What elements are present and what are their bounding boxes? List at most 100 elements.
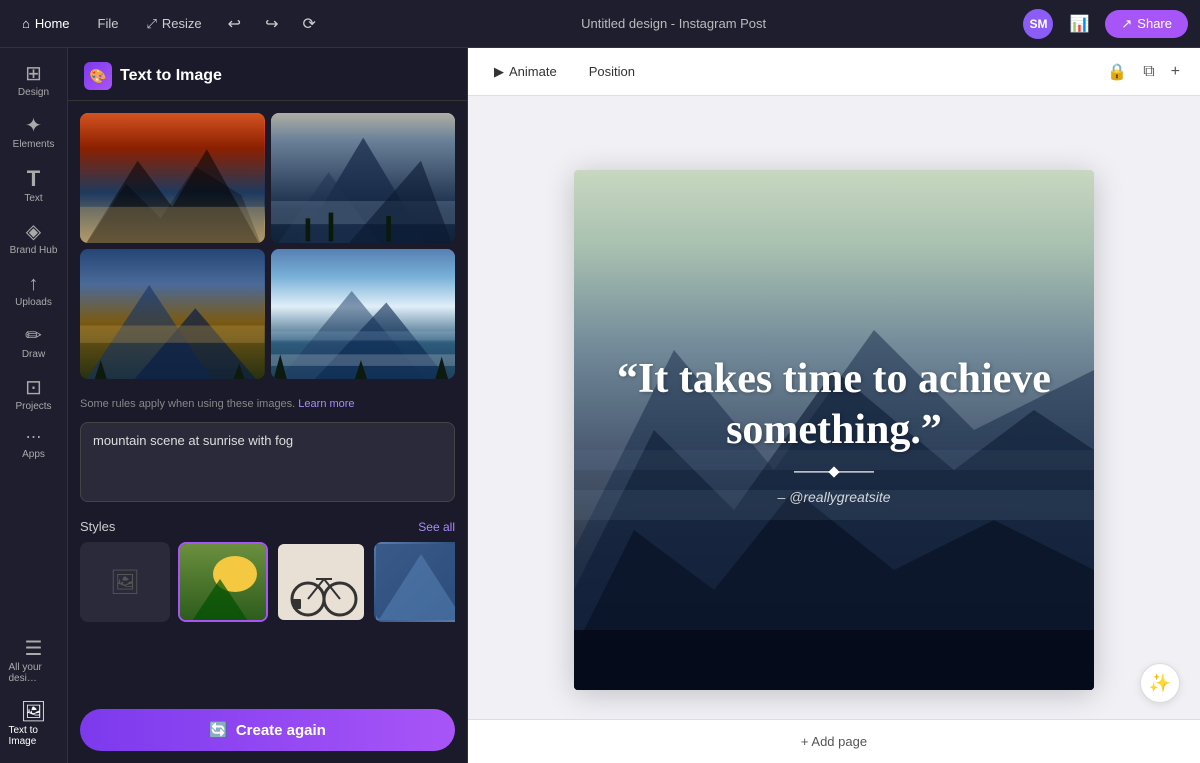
share-label: Share [1137, 16, 1172, 31]
canvas-toolbar: ▶ Animate Position 🔒 ⧉ + [468, 48, 1200, 96]
sidebar-label-brand-hub: Brand Hub [10, 245, 58, 256]
prompt-area [80, 422, 455, 507]
share-icon: ↗ [1121, 16, 1132, 32]
home-nav-button[interactable]: ⌂ Home [12, 12, 80, 35]
uploads-icon: ↑ [29, 274, 39, 294]
sidebar-label-elements: Elements [13, 139, 55, 150]
redo-button[interactable]: ↪ [257, 10, 286, 38]
sidebar-item-brand-hub[interactable]: ◈ Brand Hub [3, 214, 65, 264]
add-page-label: + Add page [801, 734, 867, 749]
generated-image-3[interactable] [80, 249, 265, 379]
style-illustration[interactable] [276, 542, 366, 622]
lock-button[interactable]: 🔒 [1103, 58, 1131, 86]
icon-sidebar: ⊞ Design ✦ Elements T Text ◈ Brand Hub ↑… [0, 48, 68, 763]
see-all-link[interactable]: See all [418, 520, 455, 534]
sidebar-item-all-designs[interactable]: ☰ All your desi… [3, 631, 65, 692]
ai-assistant-button[interactable]: ✨ [1140, 663, 1180, 703]
analytics-button[interactable]: 📊 [1061, 10, 1097, 38]
add-page-bar[interactable]: + Add page [468, 719, 1200, 763]
card-divider [794, 471, 874, 473]
toolbar-right: 🔒 ⧉ + [1103, 58, 1184, 86]
diamond-decoration [828, 466, 839, 477]
animate-icon: ▶ [494, 64, 504, 80]
image-grid [68, 101, 467, 391]
sidebar-label-text-to-image: Text to Image [9, 725, 59, 747]
panel-icon: 🎨 [84, 62, 112, 90]
document-title: Untitled design - Instagram Post [581, 16, 766, 31]
style-none[interactable]: 🖼 [80, 542, 170, 622]
panel-header: 🎨 Text to Image [68, 48, 467, 101]
sidebar-item-elements[interactable]: ✦ Elements [3, 108, 65, 158]
nav-right: SM 📊 ↗ Share [1023, 9, 1188, 39]
design-icon: ⊞ [25, 64, 42, 84]
panel: 🎨 Text to Image [68, 48, 468, 763]
card-author: – @reallygreatsite [777, 489, 890, 505]
sidebar-item-design[interactable]: ⊞ Design [3, 56, 65, 106]
generated-image-2[interactable] [271, 113, 456, 243]
nav-center: Untitled design - Instagram Post [332, 16, 1016, 31]
projects-icon: ⊡ [25, 378, 42, 398]
history-button[interactable]: ⟳ [294, 10, 323, 38]
panel-icon-symbol: 🎨 [89, 68, 106, 85]
resize-label: Resize [162, 16, 202, 31]
generated-image-1[interactable] [80, 113, 265, 243]
style-abstract-preview [376, 544, 455, 622]
brand-hub-icon: ◈ [26, 222, 41, 242]
resize-icon: ⤢ [147, 16, 157, 32]
file-label: File [98, 16, 119, 31]
style-illustration-preview [278, 544, 366, 622]
create-again-button[interactable]: 🔄 Create again [80, 709, 455, 751]
home-label: Home [35, 16, 70, 31]
styles-section: Styles See all 🖼 [68, 507, 467, 699]
sidebar-label-text: Text [24, 193, 42, 204]
home-icon: ⌂ [22, 16, 30, 31]
undo-button[interactable]: ↩ [220, 10, 249, 38]
avatar-initials: SM [1029, 17, 1047, 31]
share-button[interactable]: ↗ Share [1105, 10, 1188, 38]
elements-icon: ✦ [25, 116, 42, 136]
sidebar-label-design: Design [18, 87, 49, 98]
card-quote: “It takes time to achieve something.” [614, 354, 1054, 455]
sidebar-item-draw[interactable]: ✏ Draw [3, 318, 65, 368]
sidebar-label-draw: Draw [22, 349, 45, 360]
copy-button[interactable]: ⧉ [1139, 59, 1158, 85]
add-button[interactable]: + [1167, 59, 1184, 85]
sidebar-label-uploads: Uploads [15, 297, 52, 308]
sidebar-item-apps[interactable]: ⋯ Apps [3, 422, 65, 468]
learn-more-link[interactable]: Learn more [298, 398, 354, 410]
sidebar-item-projects[interactable]: ⊡ Projects [3, 370, 65, 420]
resize-nav-button[interactable]: ⤢ Resize [137, 12, 212, 36]
canvas-scroll[interactable]: “It takes time to achieve something.” – … [468, 96, 1200, 763]
rules-static-text: Some rules apply when using these images… [80, 398, 295, 410]
sidebar-item-text[interactable]: T Text [3, 160, 65, 212]
panel-title: Text to Image [120, 67, 222, 85]
sidebar-label-apps: Apps [22, 449, 45, 460]
sidebar-item-text-to-image[interactable]: 🖼 Text to Image [3, 694, 65, 755]
file-nav-button[interactable]: File [88, 12, 129, 35]
text-icon: T [27, 168, 40, 190]
ai-icon: ✨ [1149, 673, 1171, 694]
generated-image-4[interactable] [271, 249, 456, 379]
sidebar-label-projects: Projects [15, 401, 51, 412]
animate-label: Animate [509, 64, 557, 79]
top-navigation: ⌂ Home File ⤢ Resize ↩ ↪ ⟳ Untitled desi… [0, 0, 1200, 48]
styles-grid: 🖼 [80, 542, 455, 622]
canvas-area: ▶ Animate Position 🔒 ⧉ + [468, 48, 1200, 763]
card-overlay: “It takes time to achieve something.” – … [574, 170, 1094, 690]
sidebar-item-uploads[interactable]: ↑ Uploads [3, 266, 65, 316]
create-btn-label: Create again [236, 722, 326, 739]
apps-icon: ⋯ [26, 430, 42, 446]
style-photo[interactable] [178, 542, 268, 622]
position-button[interactable]: Position [579, 60, 645, 83]
style-photo-preview [180, 544, 268, 622]
styles-label: Styles [80, 519, 115, 534]
animate-button[interactable]: ▶ Animate [484, 60, 567, 84]
main-layout: ⊞ Design ✦ Elements T Text ◈ Brand Hub ↑… [0, 48, 1200, 763]
user-avatar[interactable]: SM [1023, 9, 1053, 39]
all-designs-icon: ☰ [25, 639, 43, 659]
style-abstract[interactable] [374, 542, 455, 622]
canvas-card[interactable]: “It takes time to achieve something.” – … [574, 170, 1094, 690]
position-label: Position [589, 64, 635, 79]
image-placeholder-icon: 🖼 [110, 568, 140, 597]
prompt-textarea[interactable] [80, 422, 455, 502]
